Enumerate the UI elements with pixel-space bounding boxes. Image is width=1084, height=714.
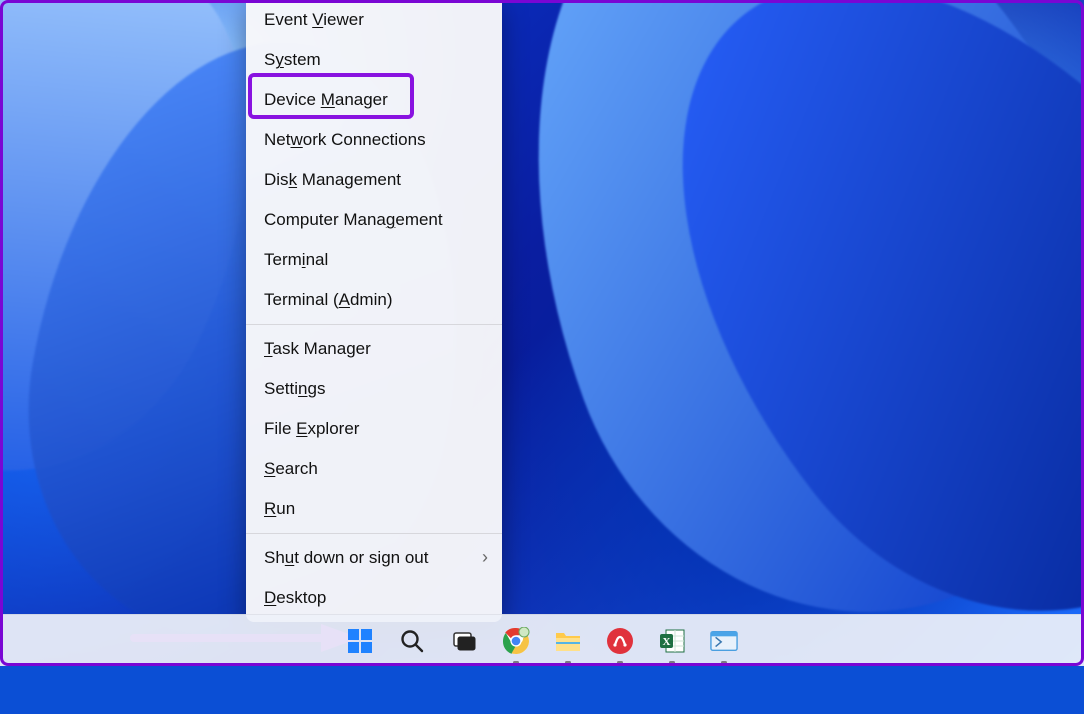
- taskbar: X: [0, 614, 1084, 666]
- pinned-indicator: [617, 661, 623, 664]
- pinned-indicator: [721, 661, 727, 664]
- run-dialog-icon[interactable]: [710, 627, 738, 655]
- menu-item-disk-management[interactable]: Disk Management: [246, 160, 502, 200]
- menu-separator: [246, 324, 502, 325]
- chrome-icon[interactable]: [502, 627, 530, 655]
- pinned-indicator: [669, 661, 675, 664]
- menu-item-event-viewer[interactable]: Event Viewer: [246, 0, 502, 40]
- menu-item-task-manager[interactable]: Task Manager: [246, 329, 502, 369]
- menu-item-terminal-admin[interactable]: Terminal (Admin): [246, 280, 502, 320]
- pinned-indicator: [513, 661, 519, 664]
- task-view-icon[interactable]: [450, 627, 478, 655]
- menu-item-terminal[interactable]: Terminal: [246, 240, 502, 280]
- menu-item-run[interactable]: Run: [246, 489, 502, 529]
- start-icon[interactable]: [346, 627, 374, 655]
- highlight-box: [248, 73, 414, 119]
- menu-item-computer-management[interactable]: Computer Management: [246, 200, 502, 240]
- menu-item-network-connections[interactable]: Network Connections: [246, 120, 502, 160]
- menu-item-settings[interactable]: Settings: [246, 369, 502, 409]
- desktop-wallpaper: [0, 0, 1084, 666]
- snagit-icon[interactable]: [606, 627, 634, 655]
- svg-text:X: X: [663, 636, 671, 648]
- menu-item-shut-down-or-sign-out[interactable]: Shut down or sign out: [246, 538, 502, 578]
- excel-icon[interactable]: X: [658, 627, 686, 655]
- menu-item-file-explorer[interactable]: File Explorer: [246, 409, 502, 449]
- menu-item-desktop[interactable]: Desktop: [246, 578, 502, 618]
- pinned-indicator: [565, 661, 571, 664]
- menu-separator: [246, 533, 502, 534]
- file-explorer-icon[interactable]: [554, 627, 582, 655]
- menu-item-search[interactable]: Search: [246, 449, 502, 489]
- search-icon[interactable]: [398, 627, 426, 655]
